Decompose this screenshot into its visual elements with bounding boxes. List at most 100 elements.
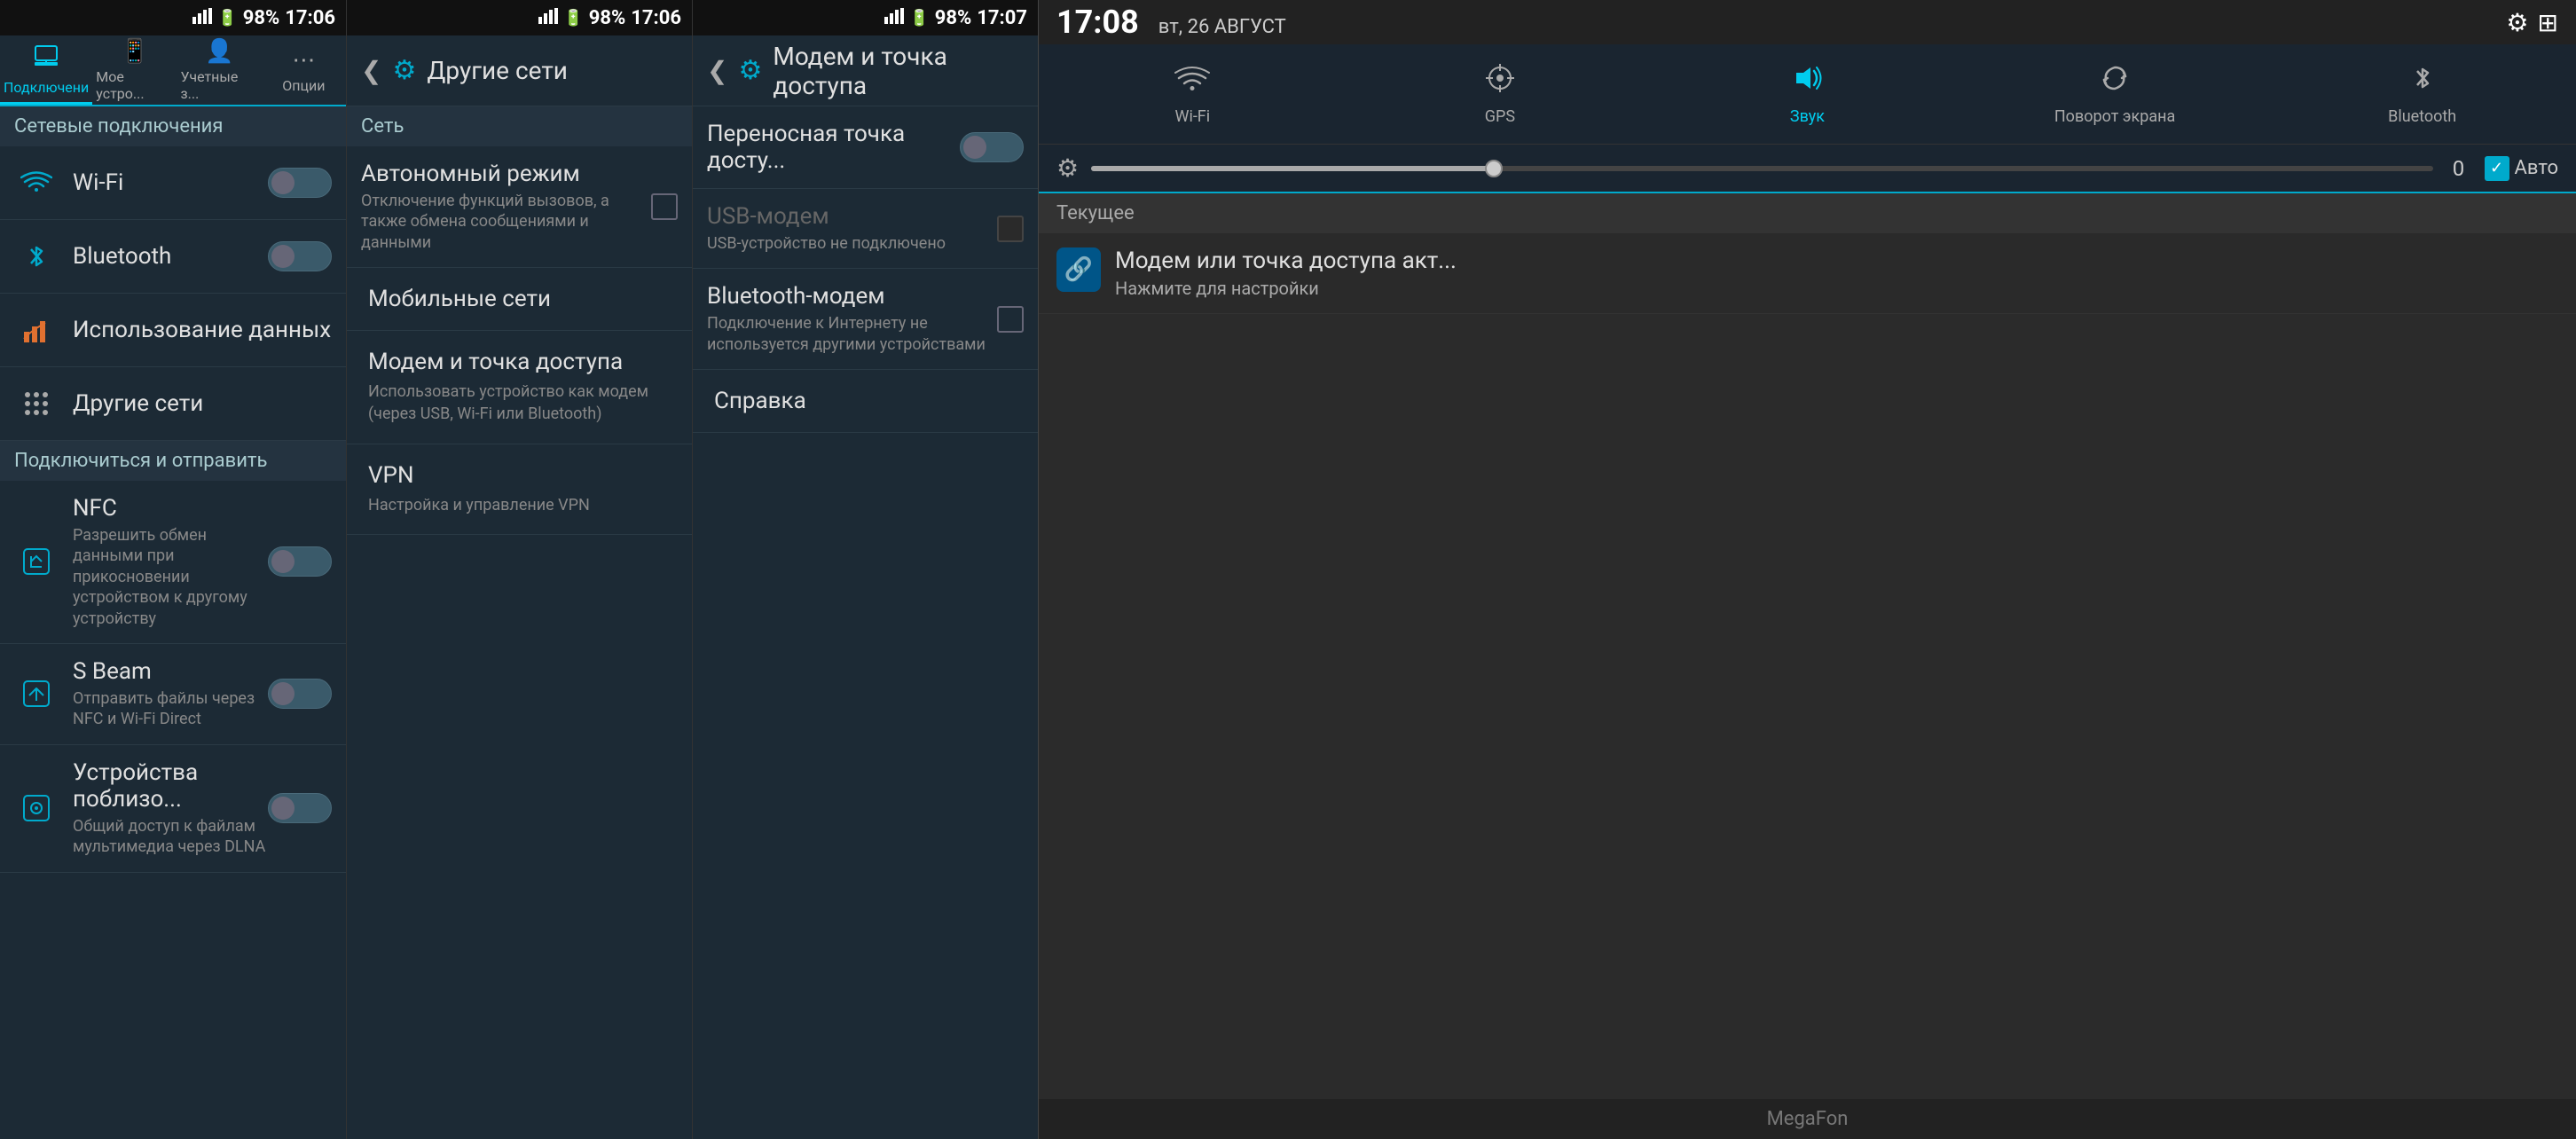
vpn-title: VPN bbox=[368, 462, 671, 489]
qs-wifi[interactable]: Wi-Fi bbox=[1039, 53, 1347, 135]
qs-wifi-icon bbox=[1174, 62, 1210, 102]
tab-connections-label: Подключени bbox=[4, 79, 89, 96]
tab-accounts[interactable]: 👤 Учетные з... bbox=[177, 35, 262, 105]
data-usage-item[interactable]: Использование данных bbox=[0, 294, 346, 367]
usb-modem-subtitle: USB-устройство не подключено bbox=[707, 233, 997, 254]
bt-modem-subtitle: Подключение к Интернету не используется … bbox=[707, 313, 997, 355]
brightness-slider[interactable] bbox=[1091, 166, 2432, 171]
tab-mydevice-label: Мое устро... bbox=[96, 68, 173, 102]
qs-rotate-label: Поворот экрана bbox=[2054, 107, 2175, 126]
qs-rotate[interactable]: Поворот экрана bbox=[1961, 53, 2269, 135]
bt-modem-checkbox[interactable] bbox=[997, 306, 1024, 333]
qs-sound[interactable]: Звук bbox=[1653, 53, 1961, 135]
tab-connections[interactable]: Подключени bbox=[0, 35, 92, 105]
notif-date: вт, 26 АВГУСТ bbox=[1158, 16, 1286, 38]
connect-section-header: Подключиться и отправить bbox=[0, 441, 346, 481]
sbeam-icon bbox=[14, 672, 59, 716]
status-bar-3: 🔋 98% 17:07 bbox=[693, 0, 1038, 35]
qs-sound-icon bbox=[1791, 62, 1823, 102]
wifi-toggle[interactable] bbox=[268, 168, 332, 198]
tethering-item[interactable]: Модем и точка доступа Использовать устро… bbox=[347, 331, 692, 444]
qs-bluetooth-label: Bluetooth bbox=[2388, 107, 2456, 126]
wifi-item[interactable]: Wi-Fi bbox=[0, 146, 346, 220]
hotspot-item[interactable]: Переносная точка досту... bbox=[693, 106, 1038, 189]
airplane-item[interactable]: Автономный режим Отключение функций вызо… bbox=[347, 146, 692, 268]
qs-rotate-icon bbox=[2099, 62, 2131, 102]
battery-percent-3: 98% bbox=[935, 7, 972, 29]
wifi-toggle-knob bbox=[271, 171, 295, 194]
nearby-item[interactable]: Устройства поблизо... Общий доступ к фай… bbox=[0, 745, 346, 873]
nearby-toggle-knob bbox=[271, 797, 295, 820]
hotspot-toggle[interactable] bbox=[960, 132, 1024, 162]
usb-modem-content: USB-модем USB-устройство не подключено bbox=[707, 203, 997, 254]
auto-brightness[interactable]: ✓ Авто bbox=[2485, 156, 2558, 181]
nfc-toggle[interactable] bbox=[268, 546, 332, 577]
notif-tethering-icon: 🔗 bbox=[1056, 247, 1101, 292]
tab-connections-icon bbox=[33, 43, 59, 75]
back-button-3[interactable]: ❮ bbox=[707, 56, 727, 85]
battery-icon-1: 🔋 bbox=[217, 9, 237, 27]
notif-time: 17:08 bbox=[1056, 4, 1139, 41]
data-usage-title: Использование данных bbox=[73, 317, 332, 343]
sbeam-item[interactable]: S Beam Отправить файлы через NFC и Wi-Fi… bbox=[0, 644, 346, 745]
brightness-row: ⚙ 0 ✓ Авто bbox=[1039, 145, 2576, 193]
bt-modem-title: Bluetooth-модем bbox=[707, 283, 997, 310]
tab-accounts-icon: 👤 bbox=[205, 38, 233, 65]
quick-settings: Wi-Fi GPS bbox=[1039, 44, 2576, 145]
back-button-2[interactable]: ❮ bbox=[361, 56, 381, 85]
qs-gps[interactable]: GPS bbox=[1347, 53, 1654, 135]
airplane-checkbox[interactable] bbox=[651, 193, 678, 220]
airplane-content: Автономный режим Отключение функций вызо… bbox=[361, 161, 651, 253]
nfc-content: NFC Разрешить обмен данными при прикосно… bbox=[73, 495, 268, 629]
tab-options-icon: ⋯ bbox=[292, 47, 315, 74]
top-nav: Подключени 📱 Мое устро... 👤 Учетные з...… bbox=[0, 35, 346, 106]
qs-gps-icon bbox=[1484, 62, 1516, 102]
time-1: 17:06 bbox=[285, 7, 335, 29]
qs-sound-label: Звук bbox=[1790, 107, 1825, 126]
tab-mydevice-icon: 📱 bbox=[121, 38, 149, 65]
panel-connections: 🔋 98% 17:06 Подключени 📱 Мое устро... 👤 … bbox=[0, 0, 346, 1139]
nearby-toggle[interactable] bbox=[268, 793, 332, 823]
bt-modem-item[interactable]: Bluetooth-модем Подключение к Интернету … bbox=[693, 269, 1038, 370]
notif-tethering-content: Модем или точка доступа акт... Нажмите д… bbox=[1115, 247, 2558, 299]
other-networks-icon bbox=[14, 381, 59, 426]
usb-modem-checkbox[interactable] bbox=[997, 216, 1024, 242]
time-3: 17:07 bbox=[977, 7, 1027, 29]
brightness-thumb bbox=[1485, 160, 1503, 177]
tab-options-label: Опции bbox=[282, 77, 325, 94]
sbeam-toggle-knob bbox=[271, 682, 295, 705]
bluetooth-title: Bluetooth bbox=[73, 243, 268, 270]
battery-percent-2: 98% bbox=[589, 7, 626, 29]
network-section-header: Сетевые подключения bbox=[0, 106, 346, 146]
usb-modem-item[interactable]: USB-модем USB-устройство не подключено bbox=[693, 189, 1038, 269]
panel2-list: Сеть Автономный режим Отключение функций… bbox=[347, 106, 692, 1139]
sbeam-toggle[interactable] bbox=[268, 679, 332, 709]
help-item[interactable]: Справка bbox=[693, 370, 1038, 433]
nearby-subtitle: Общий доступ к файлам мультимедиа через … bbox=[73, 816, 268, 858]
sbeam-subtitle: Отправить файлы через NFC и Wi-Fi Direct bbox=[73, 688, 268, 730]
settings-icon[interactable]: ⚙ bbox=[2506, 8, 2528, 37]
mobile-item[interactable]: Мобильные сети bbox=[347, 268, 692, 331]
qs-bluetooth-icon bbox=[2407, 62, 2439, 102]
tab-mydevice[interactable]: 📱 Мое устро... bbox=[92, 35, 177, 105]
notif-status-right: ⚙ ⊞ bbox=[2506, 8, 2558, 37]
wifi-title: Wi-Fi bbox=[73, 169, 268, 196]
settings-list: Wi-Fi Bluetooth bbox=[0, 146, 346, 1139]
tab-options[interactable]: ⋯ Опции bbox=[262, 35, 346, 105]
nfc-item[interactable]: NFC Разрешить обмен данными при прикосно… bbox=[0, 481, 346, 644]
time-2: 17:06 bbox=[631, 7, 681, 29]
wifi-icon bbox=[14, 161, 59, 205]
qs-bluetooth[interactable]: Bluetooth bbox=[2268, 53, 2576, 135]
grid-icon[interactable]: ⊞ bbox=[2538, 8, 2558, 37]
vpn-item[interactable]: VPN Настройка и управление VPN bbox=[347, 444, 692, 535]
other-networks-item[interactable]: Другие сети bbox=[0, 367, 346, 441]
usb-modem-title: USB-модем bbox=[707, 203, 997, 230]
bluetooth-item[interactable]: Bluetooth bbox=[0, 220, 346, 294]
tethering-title: Модем и точка доступа bbox=[368, 349, 671, 375]
notif-tethering[interactable]: 🔗 Модем или точка доступа акт... Нажмите… bbox=[1039, 233, 2576, 314]
brightness-icon: ⚙ bbox=[1056, 153, 1079, 183]
wifi-content: Wi-Fi bbox=[73, 169, 268, 196]
bluetooth-toggle[interactable] bbox=[268, 241, 332, 271]
help-title: Справка bbox=[714, 388, 1017, 414]
panel2-header: ❮ ⚙ Другие сети bbox=[347, 35, 692, 106]
